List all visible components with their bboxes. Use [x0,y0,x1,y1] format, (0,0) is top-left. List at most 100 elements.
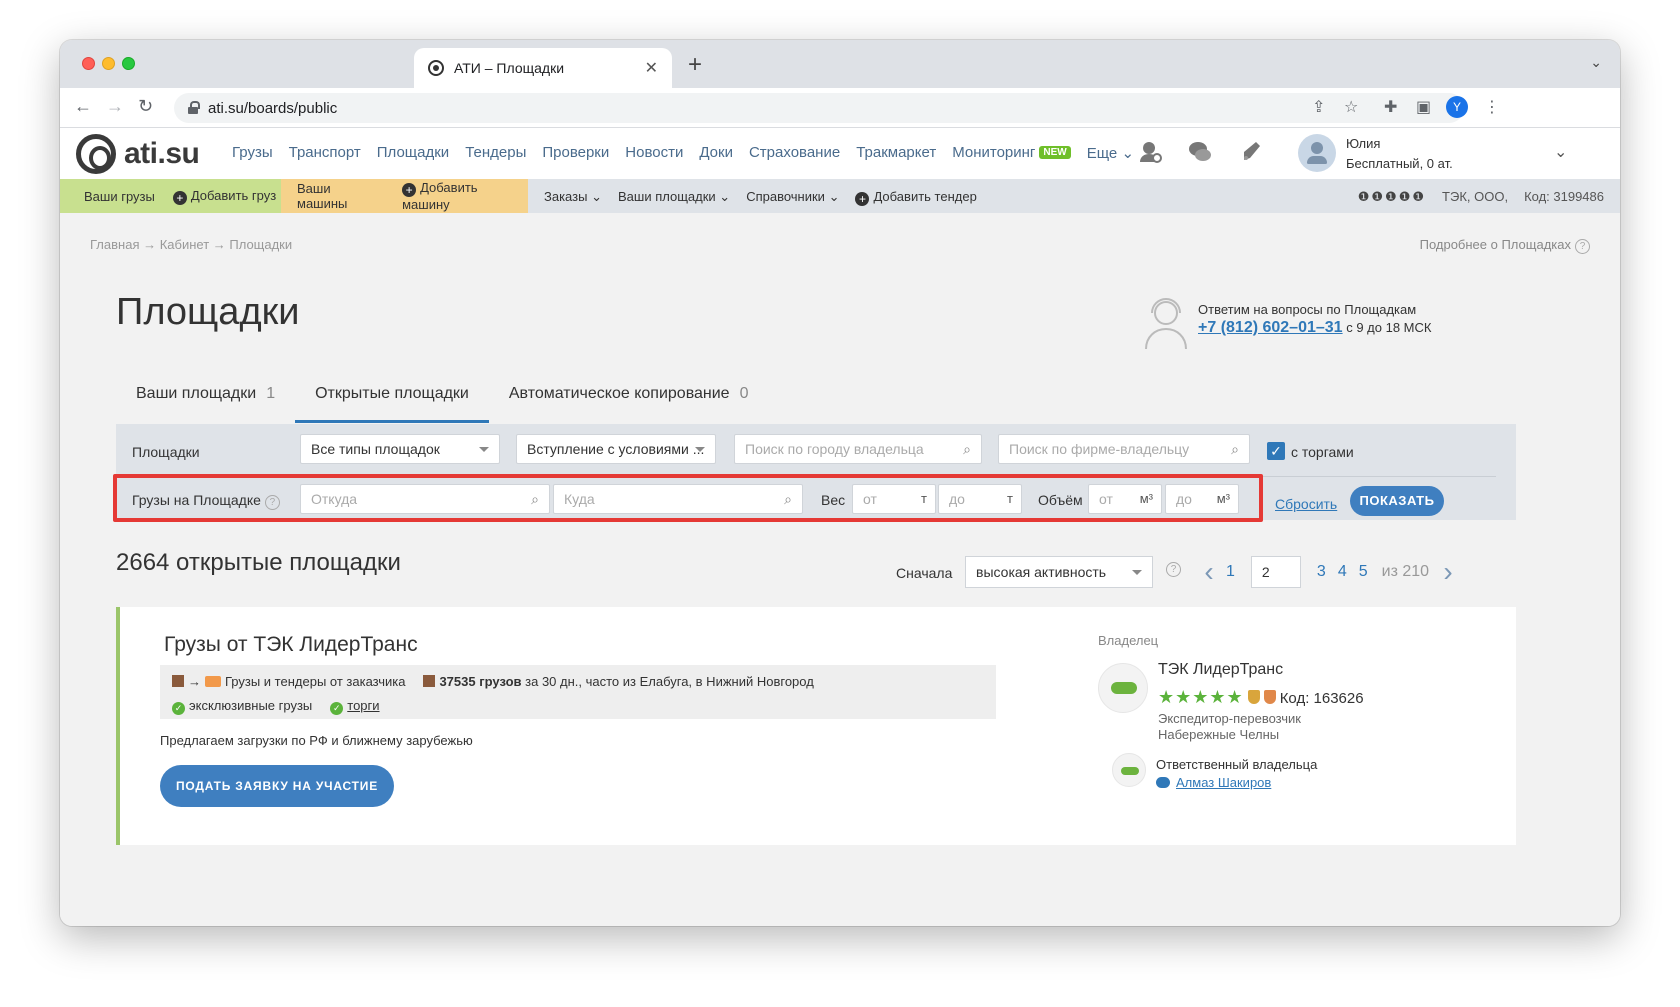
prev-page-icon[interactable]: ‹ [1198,556,1220,588]
user-menu-chevron-icon[interactable]: ⌄ [1554,142,1567,162]
join-condition-select[interactable]: Вступление с условиями ... [516,434,716,464]
responsible-person-link[interactable]: Алмаз Шакиров [1156,775,1271,790]
volume-from-input[interactable]: от м³ [1088,484,1162,514]
reload-icon[interactable]: ↻ [138,96,153,117]
award-icon [1263,690,1276,704]
responsible-logo [1112,753,1146,787]
nav-item-tenders[interactable]: Тендеры [465,144,526,162]
page-link[interactable]: 5 [1359,563,1368,581]
tab-your-boards[interactable]: Ваши площадки 1 [116,371,295,423]
notifications-rocket-icon[interactable] [1240,140,1264,164]
nav-item-truckmarket[interactable]: Тракмаркет [856,144,936,162]
search-icon: ⌕ [531,491,539,507]
page-content: Главная → Кабинет → Площадки Подробнее о… [60,213,1620,926]
reset-filters-link[interactable]: Сбросить [1275,496,1337,512]
owner-city-search-input[interactable]: Поиск по городу владельца ⌕ [734,434,982,464]
share-icon[interactable]: ⇪ [1312,97,1325,117]
weight-to-input[interactable]: до т [938,484,1022,514]
add-cargo-button[interactable]: + Добавить груз [172,188,276,205]
to-location-input[interactable]: Куда ⌕ [553,484,803,514]
auctions-link[interactable]: торги [347,698,379,713]
back-arrow-icon[interactable]: ← [74,96,92,117]
references-menu[interactable]: Справочники ⌄ [746,189,839,206]
owner-city-placeholder: Поиск по городу владельца [745,441,924,457]
add-tender-label: Добавить тендер [873,189,977,204]
owner-name[interactable]: ТЭК ЛидерТранс [1158,661,1283,679]
board-info: → Грузы и тендеры от заказчика 37535 груз… [160,665,996,719]
tenders-checkbox-label[interactable]: с торгами [1291,444,1354,460]
orders-menu[interactable]: Заказы ⌄ [544,189,602,206]
user-check-icon[interactable] [1138,140,1162,164]
minimize-window-button[interactable] [102,57,115,70]
tab-open-boards[interactable]: Открытые площадки [295,371,489,423]
nav-item-insurance[interactable]: Страхование [749,144,840,162]
tenders-checkbox[interactable]: ✓ [1267,442,1285,460]
maximize-window-button[interactable] [122,57,135,70]
browser-profile-avatar[interactable]: Y [1446,96,1468,118]
company-code: Код: 3199486 [1524,189,1604,204]
plus-circle-icon: + [172,190,187,205]
tab-close-icon[interactable]: ✕ [645,58,658,78]
owner-type: Экспедитор-перевозчик [1158,711,1301,726]
your-cargo-link[interactable]: Ваши грузы [84,189,155,204]
volume-to-input[interactable]: до м³ [1165,484,1239,514]
volume-from-placeholder: от [1099,491,1113,507]
ati-favicon-icon [428,60,444,76]
next-page-icon[interactable]: › [1437,556,1459,588]
filter-divider [116,476,1496,477]
page-link[interactable]: 4 [1338,563,1347,581]
user-avatar[interactable] [1298,134,1336,172]
breadcrumb[interactable]: Главная → Кабинет → Площадки [90,237,292,252]
address-bar-row: ← → ↻ ati.su/boards/public ⇪ ☆ ✚ ▣ Y ⋮ [60,88,1620,128]
add-truck-button[interactable]: + Добавить машину [402,180,528,212]
tab-search-chevron-icon[interactable]: ⌄ [1590,54,1602,71]
browser-tab-active[interactable]: АТИ – Площадки ✕ [414,48,672,88]
extensions-puzzle-icon[interactable]: ✚ [1384,97,1397,117]
messages-icon[interactable] [1188,140,1212,164]
more-about-boards-link[interactable]: Подробнее о Площадках? [1420,237,1590,254]
close-window-button[interactable] [82,57,95,70]
nav-item-more[interactable]: Еще ⌄ [1087,144,1134,162]
support-hours: с 9 до 18 МСК [1346,320,1432,335]
nav-item-monitoring[interactable]: Мониторинг NEW [952,144,1071,162]
board-type-select[interactable]: Все типы площадок [300,434,500,464]
sort-select[interactable]: высокая активность [965,556,1153,588]
help-icon[interactable]: ? [264,495,280,510]
side-panel-icon[interactable]: ▣ [1416,97,1431,117]
to-placeholder: Куда [564,491,595,507]
board-title[interactable]: Грузы от ТЭК ЛидерТранс [164,633,418,657]
tab-auto-copy[interactable]: Автоматическое копирование 0 [489,371,769,423]
your-trucks-link[interactable]: Ваши машины [297,181,384,211]
url-field[interactable]: ati.su/boards/public [174,93,1464,123]
board-features: ✓ эксклюзивные грузы ✓ торги [172,698,380,715]
trophy-icon [1247,690,1260,704]
show-button[interactable]: ПОКАЗАТЬ [1350,486,1444,516]
current-page-input[interactable]: 2 [1250,556,1301,588]
company-rating-icon[interactable]: ❶❶❶❶❶ [1358,189,1426,205]
add-tender-button[interactable]: + Добавить тендер [855,189,977,206]
forward-arrow-icon[interactable]: → [106,96,124,117]
from-location-input[interactable]: Откуда ⌕ [300,484,550,514]
owner-logo[interactable] [1098,663,1148,713]
nav-item-boards[interactable]: Площадки [377,144,449,162]
new-tab-button[interactable]: + [688,51,702,79]
user-name[interactable]: Юлия [1346,136,1380,151]
references-label: Справочники [746,189,825,204]
nav-item-cargo[interactable]: Грузы [232,144,273,162]
nav-item-transport[interactable]: Транспорт [289,144,361,162]
rating-stars-icon[interactable]: ★★★★★ [1158,687,1244,707]
nav-item-news[interactable]: Новости [625,144,683,162]
page-link[interactable]: 3 [1317,563,1326,581]
your-boards-menu[interactable]: Ваши площадки ⌄ [618,189,730,206]
nav-item-docs[interactable]: Доки [699,144,733,162]
browser-menu-icon[interactable]: ⋮ [1484,97,1500,117]
support-phone-link[interactable]: +7 (812) 602–01–31 [1198,319,1343,336]
nav-item-checks[interactable]: Проверки [542,144,609,162]
page-link[interactable]: 1 [1226,563,1235,581]
help-icon[interactable]: ? [1166,562,1181,577]
weight-from-input[interactable]: от т [852,484,936,514]
apply-button[interactable]: ПОДАТЬ ЗАЯВКУ НА УЧАСТИЕ [160,765,394,807]
bookmark-star-icon[interactable]: ☆ [1344,97,1358,117]
ati-logo[interactable]: ati.su [76,134,200,174]
owner-firm-search-input[interactable]: Поиск по фирме-владельцу ⌕ [998,434,1250,464]
